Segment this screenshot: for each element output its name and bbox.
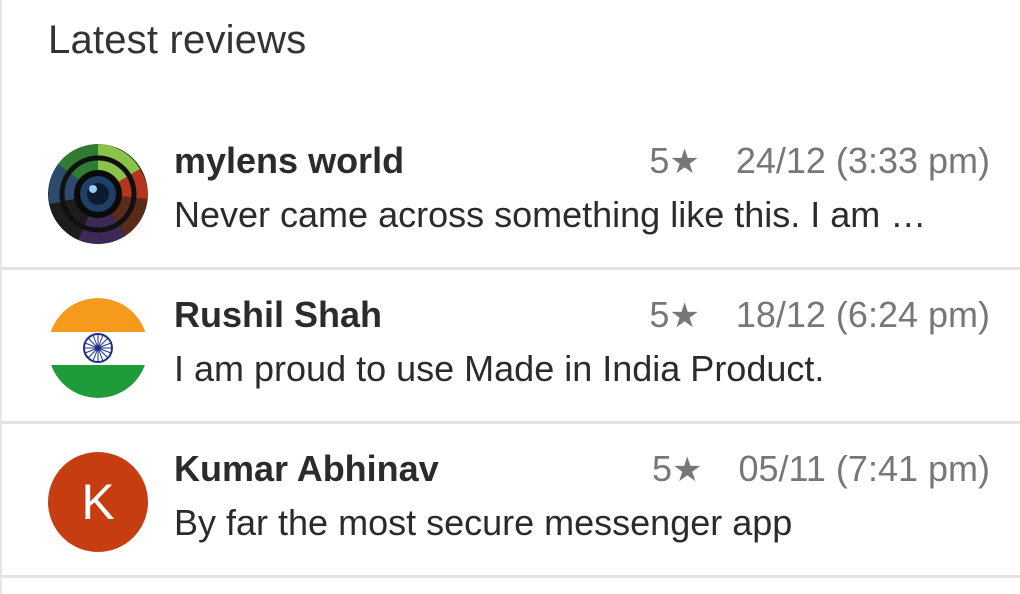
rating-value: 5★ [651,448,703,489]
review-meta: 5★ 05/11 (7:41 pm) [652,448,990,490]
review-text: By far the most secure messenger app [174,502,793,543]
section-title: Latest reviews [48,18,307,62]
camera-lens-icon [48,144,148,244]
avatar-letter: K [81,474,115,530]
star-icon: ★ [669,297,700,335]
review-date: 18/12 (6:24 pm) [735,294,990,335]
review-text: Never came across something like this. I… [174,194,927,235]
review-date: 05/11 (7:41 pm) [738,448,990,489]
review-item[interactable]: K Kumar Abhinav 5★ 05/11 (7:41 pm) By fa… [2,424,1020,578]
rating-value: 5★ [649,140,700,181]
reviewer-name: Rushil Shah [174,294,383,335]
india-flag-icon [48,298,148,398]
star-icon: ★ [672,451,703,489]
divider [2,575,1020,578]
star-icon: ★ [669,143,700,181]
reviewer-name: mylens world [174,140,405,181]
review-meta: 5★ 24/12 (3:33 pm) [649,140,990,182]
reviewer-name: Kumar Abhinav [174,448,439,489]
review-item[interactable]: Rushil Shah 5★ 18/12 (6:24 pm) I am prou… [2,270,1020,424]
review-item[interactable]: mylens world 5★ 24/12 (3:33 pm) Never ca… [2,116,1020,270]
rating-value: 5★ [649,294,700,335]
review-date: 24/12 (3:33 pm) [735,140,990,181]
avatar: K [48,452,148,552]
reviews-card: Latest reviews mylens world 5★ 24/12 (3:… [0,0,1020,594]
review-text: I am proud to use Made in India Product. [174,348,825,389]
review-meta: 5★ 18/12 (6:24 pm) [649,294,990,336]
